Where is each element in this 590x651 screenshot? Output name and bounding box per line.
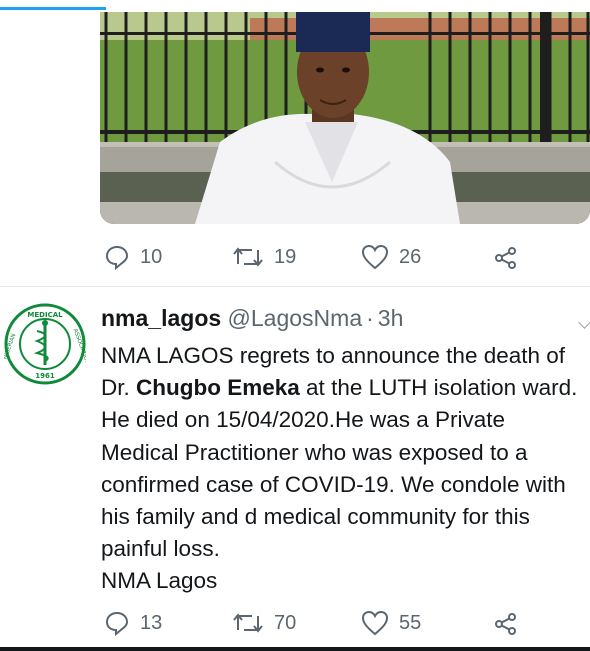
seal-top-text: MEDICAL bbox=[27, 311, 63, 319]
reply-icon bbox=[104, 610, 130, 636]
tweet-header: nma_lagos @LagosNma · 3h bbox=[101, 305, 403, 332]
user-handle[interactable]: @LagosNma bbox=[228, 305, 363, 331]
retweet-icon bbox=[232, 244, 264, 270]
seal-year: 1961 bbox=[35, 372, 55, 380]
tweet-photo[interactable] bbox=[100, 12, 590, 224]
tweet-text: NMA LAGOS regrets to announce the death … bbox=[101, 340, 586, 598]
reply-button[interactable]: 13 bbox=[104, 610, 162, 636]
chevron-down-icon[interactable] bbox=[578, 316, 590, 329]
retweet-button[interactable]: 19 bbox=[232, 244, 296, 270]
like-button[interactable]: 55 bbox=[361, 610, 421, 636]
like-button[interactable]: 26 bbox=[361, 244, 421, 270]
heart-icon bbox=[361, 244, 389, 270]
retweet-count: 19 bbox=[274, 245, 297, 268]
share-icon bbox=[493, 611, 519, 637]
like-count: 26 bbox=[399, 245, 422, 268]
share-button[interactable] bbox=[493, 245, 519, 271]
reply-count: 13 bbox=[140, 611, 163, 634]
display-name[interactable]: nma_lagos bbox=[101, 305, 221, 331]
heart-icon bbox=[361, 610, 389, 636]
avatar[interactable]: MEDICAL NIGERIAN ASSOCIATION 1961 bbox=[3, 303, 90, 385]
share-icon bbox=[493, 245, 519, 271]
active-tab-indicator bbox=[0, 7, 106, 10]
retweet-button[interactable]: 70 bbox=[232, 610, 296, 636]
reply-button[interactable]: 10 bbox=[104, 244, 162, 270]
meta-separator: · bbox=[366, 305, 374, 331]
tweet-timestamp[interactable]: 3h bbox=[378, 305, 404, 331]
tweet-text-part2: at the LUTH isolation ward. He died on 1… bbox=[101, 375, 578, 562]
retweet-icon bbox=[232, 610, 264, 636]
reply-icon bbox=[104, 244, 130, 270]
bottom-border bbox=[0, 647, 590, 651]
retweet-count: 70 bbox=[274, 611, 297, 634]
reply-count: 10 bbox=[140, 245, 163, 268]
tweet-signature: NMA Lagos bbox=[101, 568, 218, 594]
tweet-divider bbox=[0, 286, 590, 287]
share-button[interactable] bbox=[493, 611, 519, 637]
tweet-text-bold: Chugbo Emeka bbox=[136, 375, 300, 401]
like-count: 55 bbox=[399, 611, 422, 634]
